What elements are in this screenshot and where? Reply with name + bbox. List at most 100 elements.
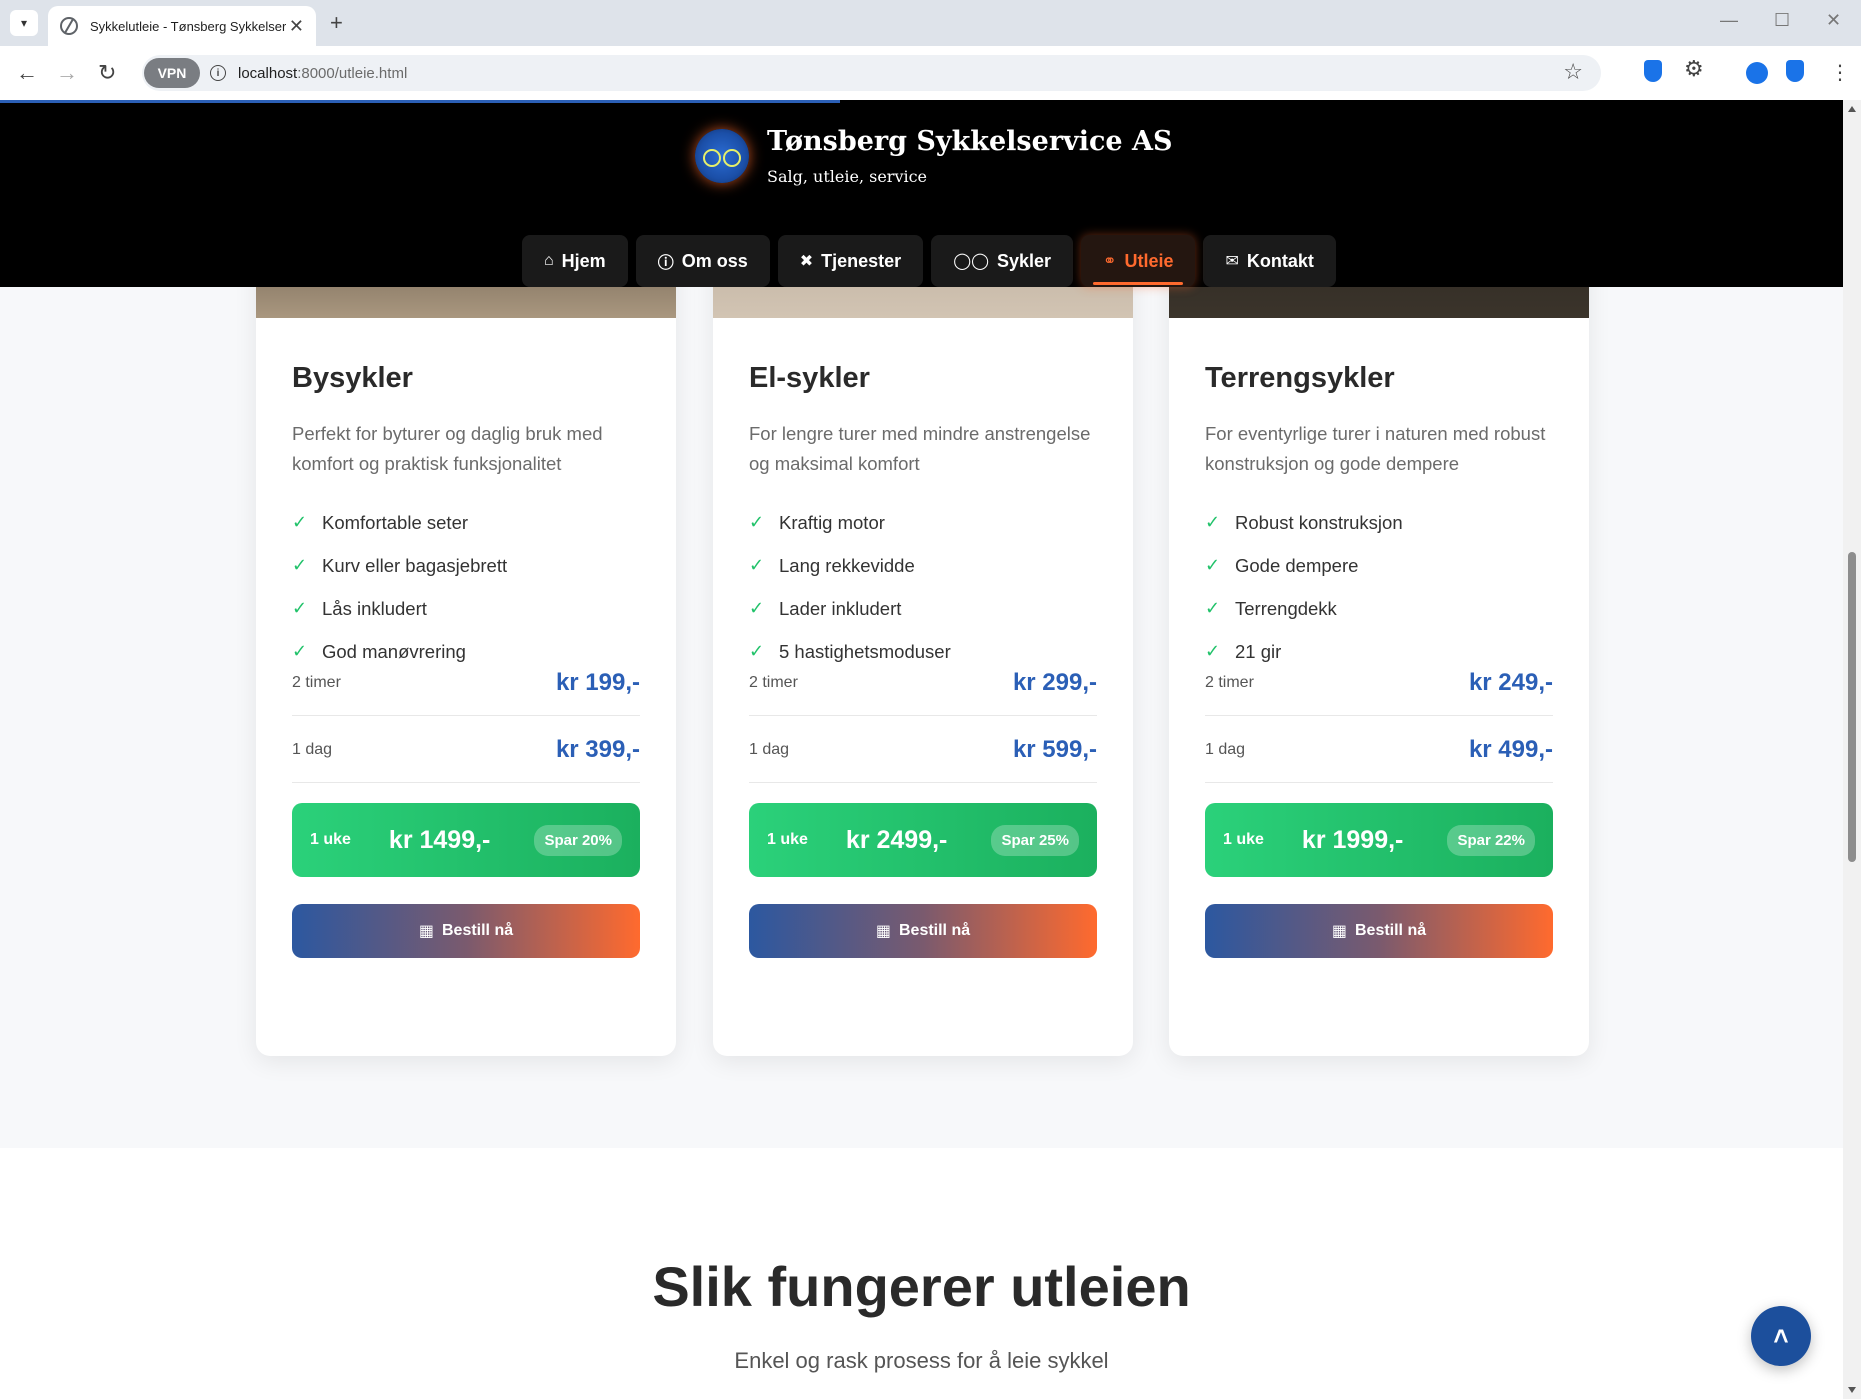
card-title: El-sykler — [749, 362, 870, 394]
price-label: 2 timer — [1205, 673, 1254, 691]
section-subtitle: Enkel og rask prosess for å leie sykkel — [734, 1348, 1109, 1373]
site-info-icon[interactable]: i — [210, 65, 226, 81]
brand[interactable]: Tønsberg Sykkelservice AS Salg, utleie, … — [695, 126, 1172, 186]
feature-item: ✓ Gode dempere — [1205, 544, 1553, 587]
calendar-icon: ▦ — [875, 923, 891, 940]
feature-item: ✓ Komfortable seter — [292, 501, 640, 544]
browser-menu-icon[interactable]: ⋮ — [1830, 60, 1850, 85]
nav-item-utleie[interactable]: ⚭ Utleie — [1081, 235, 1196, 287]
feature-list: ✓ Kraftig motor ✓ Lang rekkevidde ✓ Lader i… — [749, 501, 1097, 673]
week-price-box: 1 uke kr 2499,- Spar 25% — [749, 803, 1097, 877]
browser-tab[interactable]: Sykkelutleie - Tønsberg Sykkelservice AS… — [48, 6, 316, 46]
price-row-day: 1 dag kr 599,- — [749, 717, 1097, 783]
info-icon: ⓘ — [657, 255, 674, 272]
price-value: kr 199,- — [555, 668, 640, 696]
calendar-icon: ▦ — [1331, 923, 1347, 940]
nav-item-kontakt[interactable]: ✉ Kontakt — [1203, 235, 1336, 287]
check-icon: ✓ — [749, 512, 765, 532]
tab-title: Sykkelutleie - Tønsberg Sykkelservice AS — [90, 18, 286, 34]
card-description: For lengre turer med mindre anstrengelse… — [749, 423, 1091, 474]
extensions-puzzle-icon[interactable]: ⚙ — [1684, 56, 1704, 82]
price-row-day: 1 dag kr 399,- — [292, 717, 640, 783]
back-arrow-icon[interactable]: ← — [16, 60, 38, 86]
main-nav: ⌂ Hjem ⓘ Om oss ✖ Tjenester ◯◯ Sykler ⚭ … — [522, 235, 1336, 287]
order-button-label: Bestill nå — [898, 922, 971, 939]
nav-label: Om oss — [681, 250, 748, 271]
profile-avatar-icon[interactable] — [1746, 62, 1768, 84]
page-scrollbar[interactable] — [1843, 100, 1861, 1399]
check-icon: ✓ — [749, 598, 765, 618]
tools-icon: ✖ — [799, 253, 814, 270]
order-button[interactable]: ▦ Bestill nå — [292, 904, 640, 958]
tab-strip: ▾ Sykkelutleie - Tønsberg Sykkelservice … — [0, 0, 1861, 46]
week-price: kr 2499,- — [845, 825, 948, 854]
window-close-icon[interactable]: ✕ — [1826, 10, 1841, 31]
extension-shield-icon[interactable] — [1644, 60, 1662, 82]
url-text[interactable]: localhost:8000/utleie.html — [238, 65, 407, 82]
nav-item-sykler[interactable]: ◯◯ Sykler — [931, 235, 1074, 287]
nav-item-om-oss[interactable]: ⓘ Om oss — [635, 235, 770, 287]
site-header: Tønsberg Sykkelservice AS Salg, utleie, … — [0, 100, 1843, 287]
tab-search-button[interactable]: ▾ — [10, 10, 38, 36]
feature-item: ✓ Lang rekkevidde — [749, 544, 1097, 587]
week-price: kr 1499,- — [388, 825, 491, 854]
browser-chrome: ▾ Sykkelutleie - Tønsberg Sykkelservice … — [0, 0, 1861, 100]
rental-card-bysykler: Bysykler Perfekt for byturer og daglig b… — [256, 200, 676, 1056]
vpn-badge[interactable]: VPN — [144, 58, 200, 88]
new-tab-button[interactable]: + — [330, 10, 343, 36]
feature-item: ✓ Kraftig motor — [749, 501, 1097, 544]
feature-list: ✓ Robust konstruksjon ✓ Gode dempere ✓ Terr… — [1205, 501, 1553, 673]
order-button[interactable]: ▦ Bestill nå — [1205, 904, 1553, 958]
feature-label: Lang rekkevidde — [779, 554, 915, 576]
rental-card-terrengsykler: Terrengsykler For eventyrlige turer i na… — [1169, 200, 1589, 1056]
week-price: kr 1999,- — [1301, 825, 1404, 854]
order-button[interactable]: ▦ Bestill nå — [749, 904, 1097, 958]
address-bar[interactable]: VPN i localhost:8000/utleie.html ☆ — [142, 55, 1601, 91]
close-icon[interactable]: ✕ — [289, 16, 304, 37]
check-icon: ✓ — [1205, 598, 1221, 618]
url-path: :8000/utleie.html — [297, 64, 408, 82]
save-badge: Spar 20% — [534, 824, 622, 856]
feature-label: Terrengdekk — [1235, 597, 1337, 619]
password-manager-icon[interactable] — [1786, 60, 1804, 82]
reload-icon[interactable]: ↻ — [98, 60, 116, 86]
feature-label: Kraftig motor — [779, 511, 885, 533]
scroll-to-top-button[interactable]: ˄ — [1751, 1306, 1811, 1366]
chevron-down-icon: ▾ — [20, 16, 28, 30]
minimize-icon[interactable]: — — [1720, 10, 1738, 31]
key-icon: ⚭ — [1103, 253, 1117, 270]
forward-arrow-icon[interactable]: → — [56, 60, 78, 86]
rental-card-el-sykler: El-sykler For lengre turer med mindre an… — [713, 200, 1133, 1056]
card-title: Terrengsykler — [1205, 362, 1395, 394]
card-description: For eventyrlige turer i naturen med robu… — [1205, 423, 1546, 474]
scrollbar-thumb[interactable] — [1848, 552, 1856, 862]
week-label: 1 uke — [767, 831, 808, 848]
order-button-label: Bestill nå — [441, 922, 514, 939]
site-subtitle: Salg, utleie, service — [767, 167, 928, 186]
price-label: 1 dag — [749, 740, 790, 758]
nav-item-hjem[interactable]: ⌂ Hjem — [522, 235, 628, 287]
browser-toolbar: ← → ↻ VPN i localhost:8000/utleie.html ☆… — [0, 46, 1861, 100]
site-favicon-icon — [60, 17, 78, 35]
feature-item: ✓ Lader inkludert — [749, 587, 1097, 630]
scroll-down-arrow-icon[interactable] — [1848, 1387, 1856, 1393]
price-value: kr 249,- — [1468, 668, 1553, 696]
bicycle-icon: ◯◯ — [953, 253, 989, 270]
week-price-box: 1 uke kr 1999,- Spar 22% — [1205, 803, 1553, 877]
feature-item: ✓ Terrengdekk — [1205, 587, 1553, 630]
nav-label: Tjenester — [821, 250, 902, 271]
nav-item-tjenester[interactable]: ✖ Tjenester — [777, 235, 924, 287]
card-description: Perfekt for byturer og daglig bruk med k… — [292, 423, 603, 474]
home-icon: ⌂ — [544, 252, 554, 269]
scroll-up-arrow-icon[interactable] — [1848, 106, 1856, 112]
check-icon: ✓ — [1205, 555, 1221, 575]
price-value: kr 399,- — [555, 735, 640, 763]
bookmark-star-icon[interactable]: ☆ — [1563, 59, 1583, 85]
feature-label: Komfortable seter — [322, 511, 469, 533]
save-badge: Spar 22% — [1447, 824, 1535, 856]
price-label: 1 dag — [292, 740, 333, 758]
maximize-icon[interactable]: ☐ — [1774, 10, 1790, 31]
check-icon: ✓ — [749, 555, 765, 575]
price-label: 2 timer — [292, 673, 341, 691]
feature-item: ✓ Kurv eller bagasjebrett — [292, 544, 640, 587]
